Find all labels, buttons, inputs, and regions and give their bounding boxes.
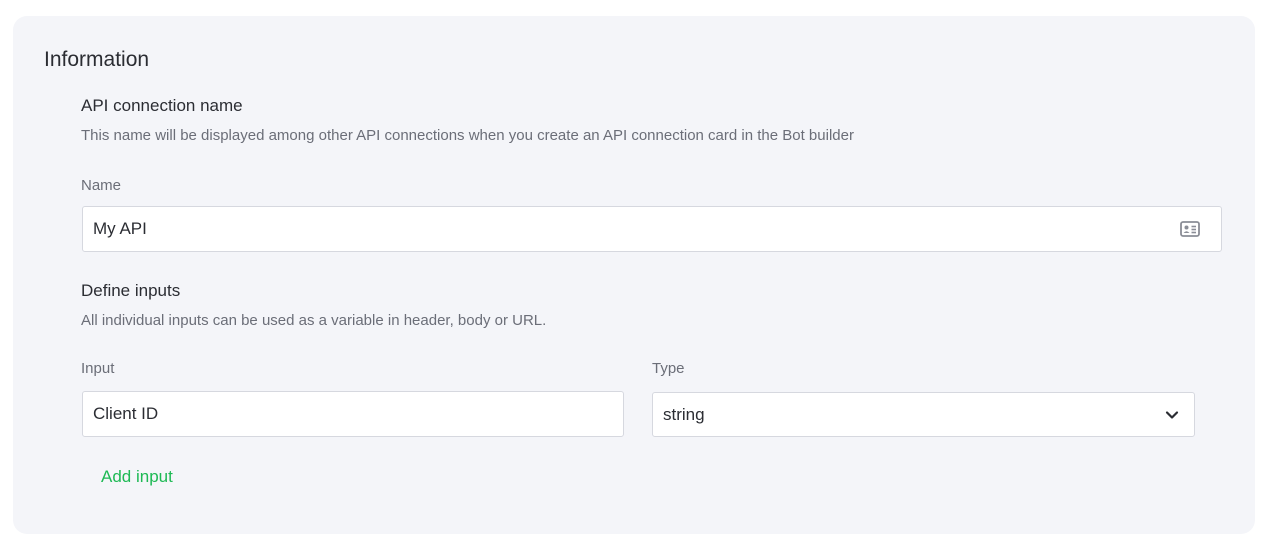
connection-name-heading: API connection name: [81, 96, 243, 115]
information-card: Information API connection name This nam…: [13, 16, 1255, 534]
input-name-field[interactable]: [82, 391, 624, 437]
type-select[interactable]: string: [652, 392, 1195, 437]
name-label: Name: [81, 177, 122, 194]
type-select-value: string: [663, 404, 705, 424]
name-field-wrapper: [82, 206, 1222, 252]
contact-card-icon[interactable]: [1180, 220, 1200, 238]
chevron-down-icon: [1164, 407, 1180, 423]
name-input[interactable]: [82, 206, 1222, 252]
connection-name-hint: This name will be displayed among other …: [81, 127, 854, 144]
section-title: Information: [44, 48, 150, 71]
define-inputs-heading: Define inputs: [81, 281, 181, 300]
type-label: Type: [652, 360, 685, 377]
input-label: Input: [81, 360, 115, 377]
define-inputs-hint: All individual inputs can be used as a v…: [81, 312, 547, 329]
add-input-button[interactable]: Add input: [101, 467, 173, 487]
